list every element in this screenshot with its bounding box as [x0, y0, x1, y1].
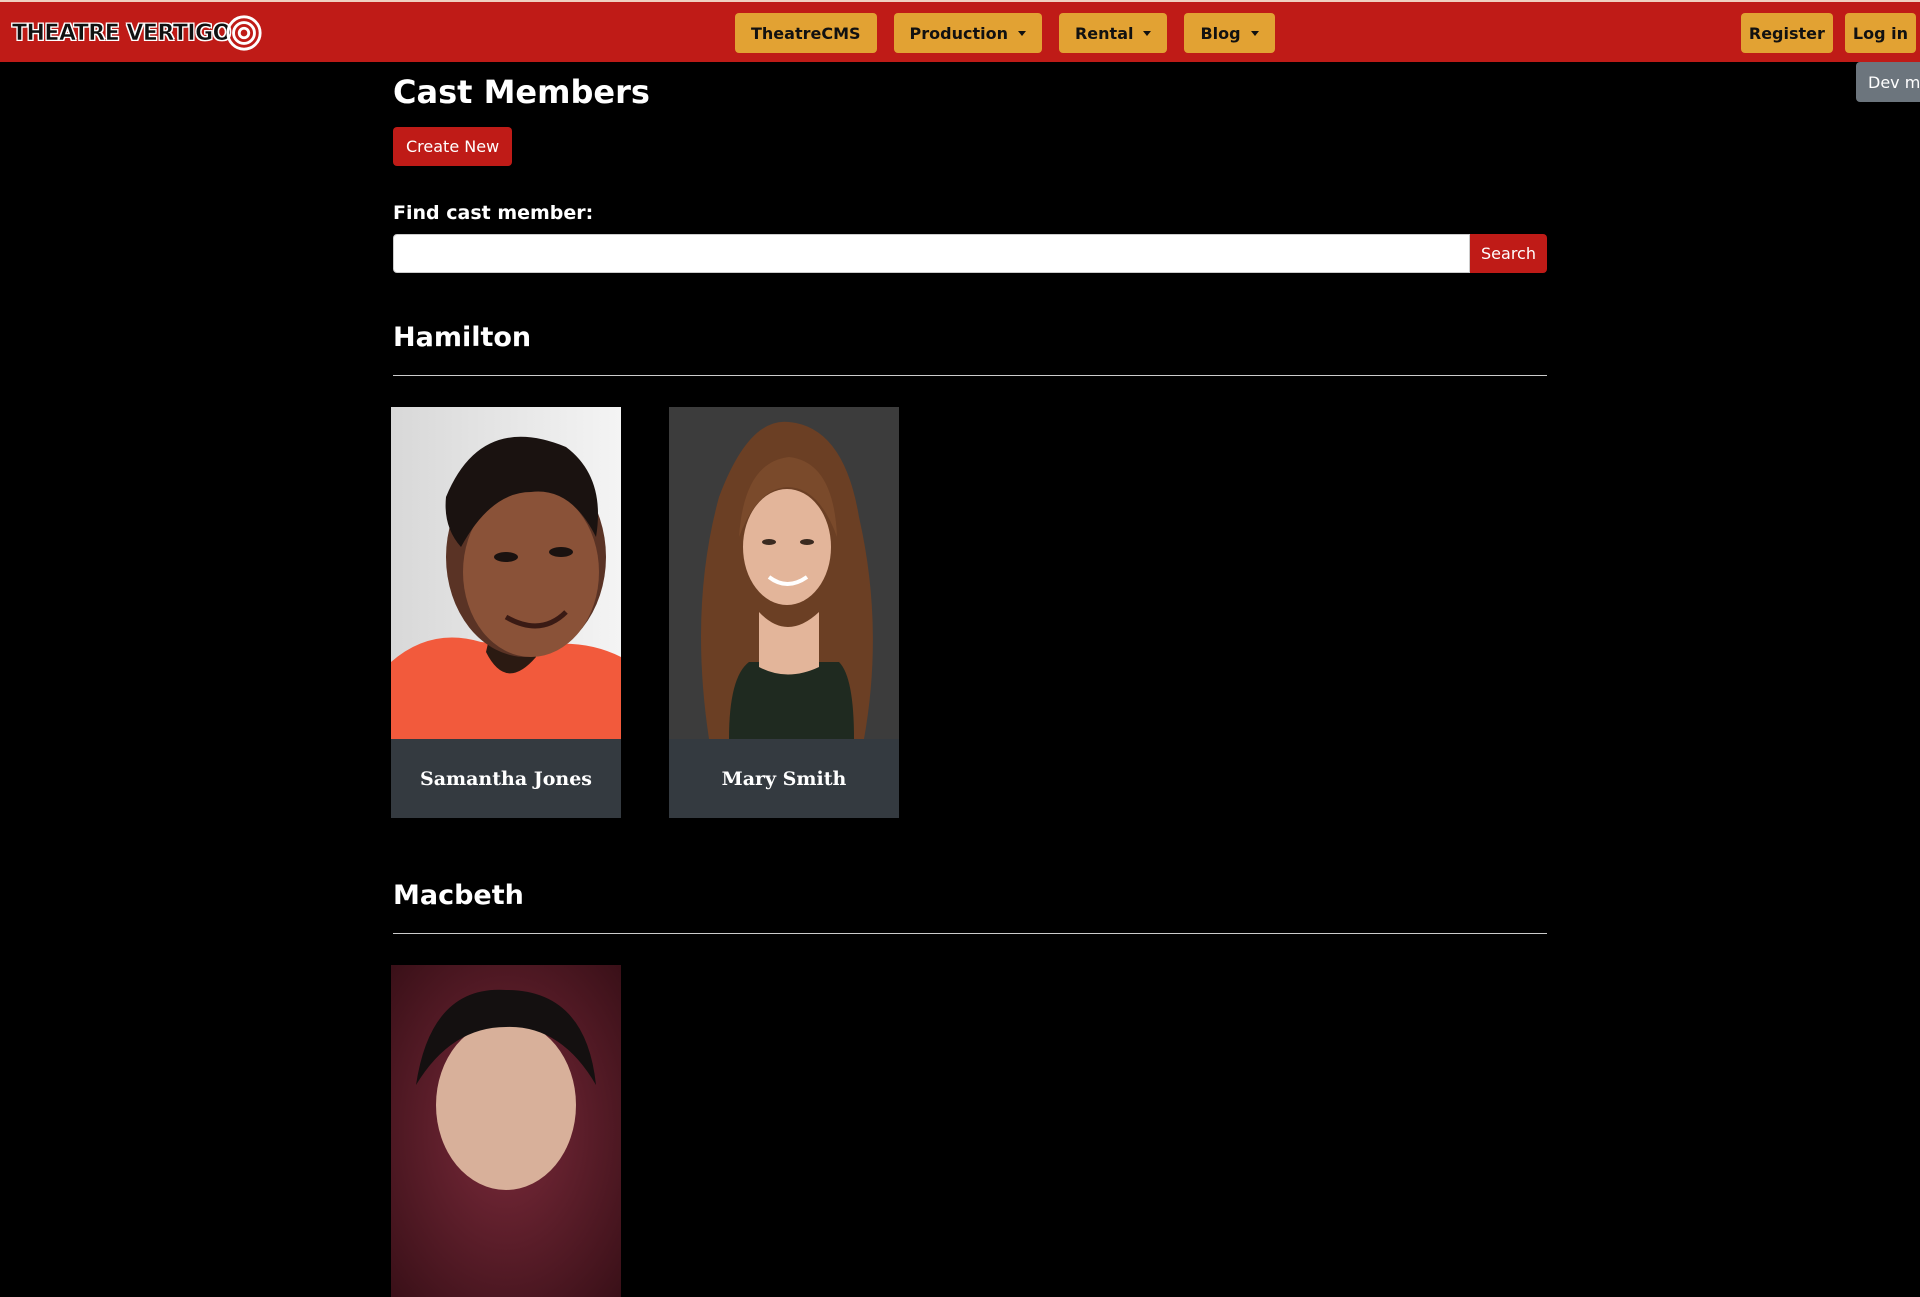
nav-rental-dropdown[interactable]: Rental [1058, 13, 1168, 53]
dev-menu-tab[interactable]: Dev me [1856, 62, 1920, 102]
cast-card[interactable]: Mary Smith [669, 407, 899, 818]
caret-down-icon [1017, 30, 1026, 36]
cast-card[interactable]: Samantha Jones [391, 407, 621, 818]
cast-photo [391, 407, 621, 739]
search-button[interactable]: Search [1470, 234, 1547, 273]
cast-name: Samantha Jones [419, 767, 593, 790]
logo-text: THEATRE VERTIGO [12, 20, 232, 46]
cast-photo [391, 965, 621, 1297]
nav-theatrecms-label: TheatreCMS [751, 23, 861, 43]
section-divider [393, 933, 1547, 934]
cast-card[interactable] [391, 965, 621, 1297]
main-nav: TheatreCMS Production Rental Blog [735, 13, 1275, 53]
section-divider [393, 375, 1547, 376]
page-title: Cast Members [393, 73, 650, 111]
caret-down-icon [1143, 30, 1152, 36]
find-cast-member-label: Find cast member: [393, 202, 594, 224]
nav-blog-dropdown[interactable]: Blog [1184, 13, 1275, 53]
section-title-hamilton: Hamilton [393, 322, 532, 353]
nav-production-label: Production [909, 23, 1008, 43]
search-input[interactable] [393, 234, 1470, 273]
cast-photo [669, 407, 899, 739]
login-label: Log in [1852, 23, 1908, 43]
nav-blog-label: Blog [1200, 23, 1241, 43]
search-bar: Search [393, 234, 1547, 273]
main-content: Cast Members Create New Find cast member… [391, 62, 1547, 1297]
top-navbar: THEATRE VERTIGO TheatreCMS Production Re… [0, 0, 1920, 62]
section-title-macbeth: Macbeth [393, 880, 524, 911]
account-nav: Register Log in [1740, 13, 1916, 53]
create-new-button[interactable]: Create New [393, 127, 513, 166]
caret-down-icon [1250, 30, 1259, 36]
register-label: Register [1748, 23, 1825, 43]
nav-rental-label: Rental [1074, 23, 1134, 43]
logo-swirl-icon [226, 15, 262, 51]
nav-production-dropdown[interactable]: Production [893, 13, 1042, 53]
theatre-vertigo-logo[interactable]: THEATRE VERTIGO [12, 12, 263, 54]
cast-name: Mary Smith [721, 767, 847, 790]
register-button[interactable]: Register [1740, 13, 1833, 53]
nav-theatrecms-button[interactable]: TheatreCMS [735, 13, 877, 53]
login-button[interactable]: Log in [1844, 13, 1916, 53]
